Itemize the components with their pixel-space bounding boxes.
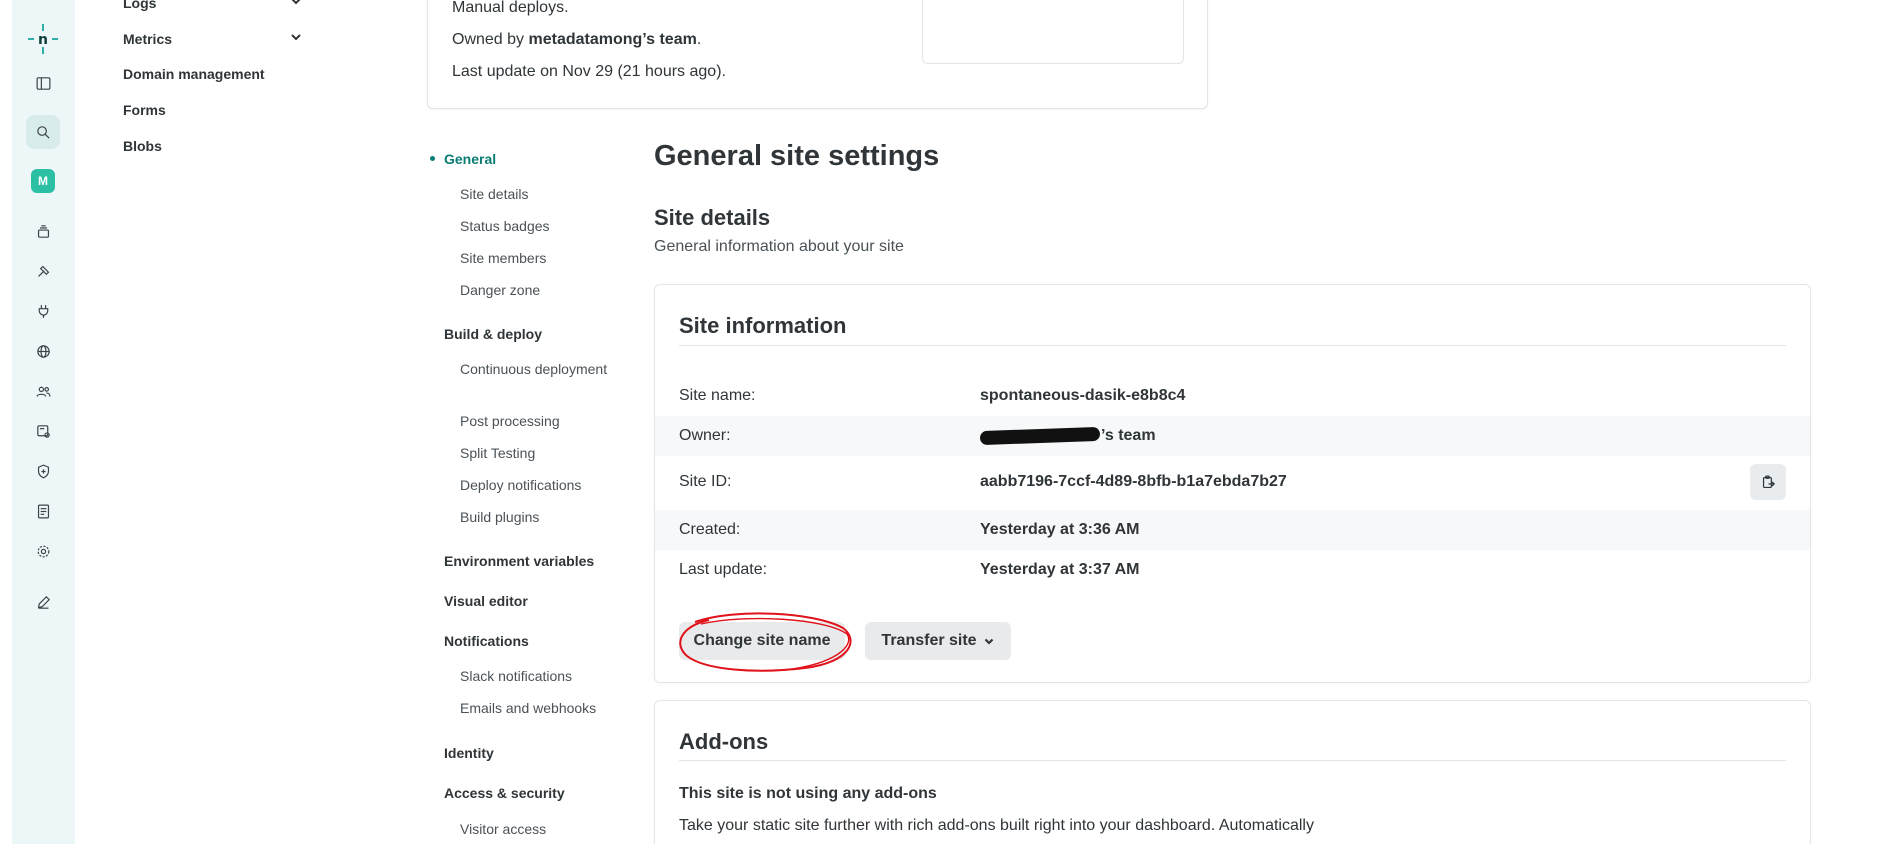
- monitor-settings-icon[interactable]: [31, 419, 55, 443]
- nav-item-label: Metrics: [123, 30, 173, 47]
- sidenav-status-badges[interactable]: Status badges: [460, 216, 610, 236]
- sidenav-split-testing[interactable]: Split Testing: [460, 443, 610, 463]
- sidenav-general[interactable]: General: [444, 151, 496, 167]
- row-label: Site ID:: [679, 473, 732, 490]
- addons-empty-title: This site is not using any add-ons: [679, 785, 937, 802]
- layers-icon[interactable]: [31, 219, 55, 243]
- nav-item-label: Logs: [123, 0, 157, 11]
- icon-rail: n M: [12, 0, 75, 844]
- sidenav-build-deploy[interactable]: Build & deploy: [444, 326, 542, 342]
- row-created: Created: Yesterday at 3:36 AM: [655, 510, 1810, 550]
- sidenav-slack-notifications[interactable]: Slack notifications: [460, 666, 610, 686]
- row-label: Owner:: [679, 427, 731, 444]
- sidenav-visual-editor[interactable]: Visual editor: [444, 593, 528, 609]
- row-label: Site name:: [679, 387, 756, 404]
- transfer-site-button[interactable]: Transfer site: [865, 622, 1011, 660]
- chevron-down-icon: [984, 638, 993, 645]
- divider: [679, 760, 1786, 761]
- row-site-name: Site name: spontaneous-dasik-e8b8c4: [655, 376, 1810, 416]
- copy-site-id-button[interactable]: [1750, 464, 1786, 500]
- site-summary-card: Manual deploys. Owned by metadatamong’s …: [427, 0, 1208, 109]
- sidenav-danger-zone[interactable]: Danger zone: [460, 280, 610, 300]
- sidenav-continuous-deployment[interactable]: Continuous deployment: [460, 359, 610, 379]
- chevron-down-icon: [289, 0, 303, 11]
- site-id-value: aabb7196-7ccf-4d89-8bfb-b1a7ebda7b27: [980, 473, 1287, 490]
- nav-item-domain-management[interactable]: Domain management: [123, 66, 303, 82]
- addons-card: Add-ons This site is not using any add-o…: [654, 700, 1811, 844]
- created-value: Yesterday at 3:36 AM: [980, 521, 1140, 538]
- last-update-text: Last update on Nov 29 (21 hours ago).: [452, 63, 726, 80]
- globe-icon[interactable]: [31, 339, 55, 363]
- site-name-value: spontaneous-dasik-e8b8c4: [980, 387, 1186, 404]
- sidenav-build-plugins[interactable]: Build plugins: [460, 507, 610, 527]
- sidenav-post-processing[interactable]: Post processing: [460, 411, 610, 431]
- plug-icon[interactable]: [31, 299, 55, 323]
- sidenav-access-security[interactable]: Access & security: [444, 785, 565, 801]
- hammer-icon[interactable]: [31, 259, 55, 283]
- sidenav-environment-variables[interactable]: Environment variables: [444, 553, 594, 569]
- divider: [679, 345, 1786, 346]
- nav-item-blobs[interactable]: Blobs: [123, 138, 303, 154]
- row-label: Created:: [679, 521, 741, 538]
- chevron-down-icon: [289, 30, 303, 47]
- users-icon[interactable]: [31, 379, 55, 403]
- clipboard-icon: [1762, 475, 1775, 488]
- deploy-mode-text: Manual deploys.: [452, 0, 569, 16]
- sidenav-emails-webhooks[interactable]: Emails and webhooks: [460, 698, 610, 718]
- nav-item-logs[interactable]: Logs: [123, 0, 303, 11]
- sidenav-notifications[interactable]: Notifications: [444, 633, 529, 649]
- owner-value: ’s team: [979, 426, 1156, 445]
- sidebar-toggle-icon[interactable]: [31, 71, 55, 95]
- team-avatar[interactable]: M: [31, 169, 55, 193]
- pencil-icon[interactable]: [31, 590, 55, 614]
- shield-icon[interactable]: [31, 459, 55, 483]
- redaction-mark: [979, 426, 1101, 445]
- card-title: Add-ons: [679, 729, 769, 754]
- gear-icon[interactable]: [31, 539, 55, 563]
- row-label: Last update:: [679, 561, 768, 578]
- owner-suffix: .: [696, 31, 702, 48]
- sidenav-identity[interactable]: Identity: [444, 745, 494, 761]
- sidenav-visitor-access[interactable]: Visitor access: [460, 819, 610, 839]
- owner-prefix: Owned by: [452, 31, 529, 48]
- owner-text: Owned by metadatamong’s team.: [452, 31, 701, 49]
- section-title: Site details: [654, 205, 771, 230]
- search-icon[interactable]: [31, 120, 55, 144]
- svg-text:n: n: [38, 32, 48, 48]
- sidenav-deploy-notifications[interactable]: Deploy notifications: [460, 475, 610, 495]
- nav-item-metrics[interactable]: Metrics: [123, 30, 303, 47]
- ledger-icon[interactable]: [31, 499, 55, 523]
- section-description: General information about your site: [654, 238, 904, 255]
- page-title: General site settings: [654, 140, 940, 172]
- sidenav-site-members[interactable]: Site members: [460, 248, 610, 268]
- site-preview-thumbnail[interactable]: [922, 0, 1184, 64]
- nav-item-forms[interactable]: Forms: [123, 102, 303, 118]
- change-site-name-button[interactable]: Change site name: [679, 622, 845, 660]
- addons-empty-description: Take your static site further with rich …: [679, 817, 1314, 834]
- card-title: Site information: [679, 313, 847, 338]
- sidenav-site-details[interactable]: Site details: [460, 184, 610, 204]
- owner-team-link[interactable]: metadatamong’s team: [528, 31, 696, 48]
- transfer-site-label: Transfer site: [881, 632, 977, 649]
- row-last-update: Last update: Yesterday at 3:37 AM: [655, 550, 1810, 590]
- active-indicator: [430, 156, 435, 161]
- owner-value-text: ’s team: [1101, 427, 1156, 444]
- site-information-card: Site information Site name: spontaneous-…: [654, 284, 1811, 683]
- row-owner: Owner: ’s team: [655, 416, 1810, 456]
- last-update-value: Yesterday at 3:37 AM: [980, 561, 1140, 578]
- netlify-logo-icon[interactable]: n: [26, 22, 60, 56]
- row-site-id: Site ID: aabb7196-7ccf-4d89-8bfb-b1a7ebd…: [655, 460, 1810, 504]
